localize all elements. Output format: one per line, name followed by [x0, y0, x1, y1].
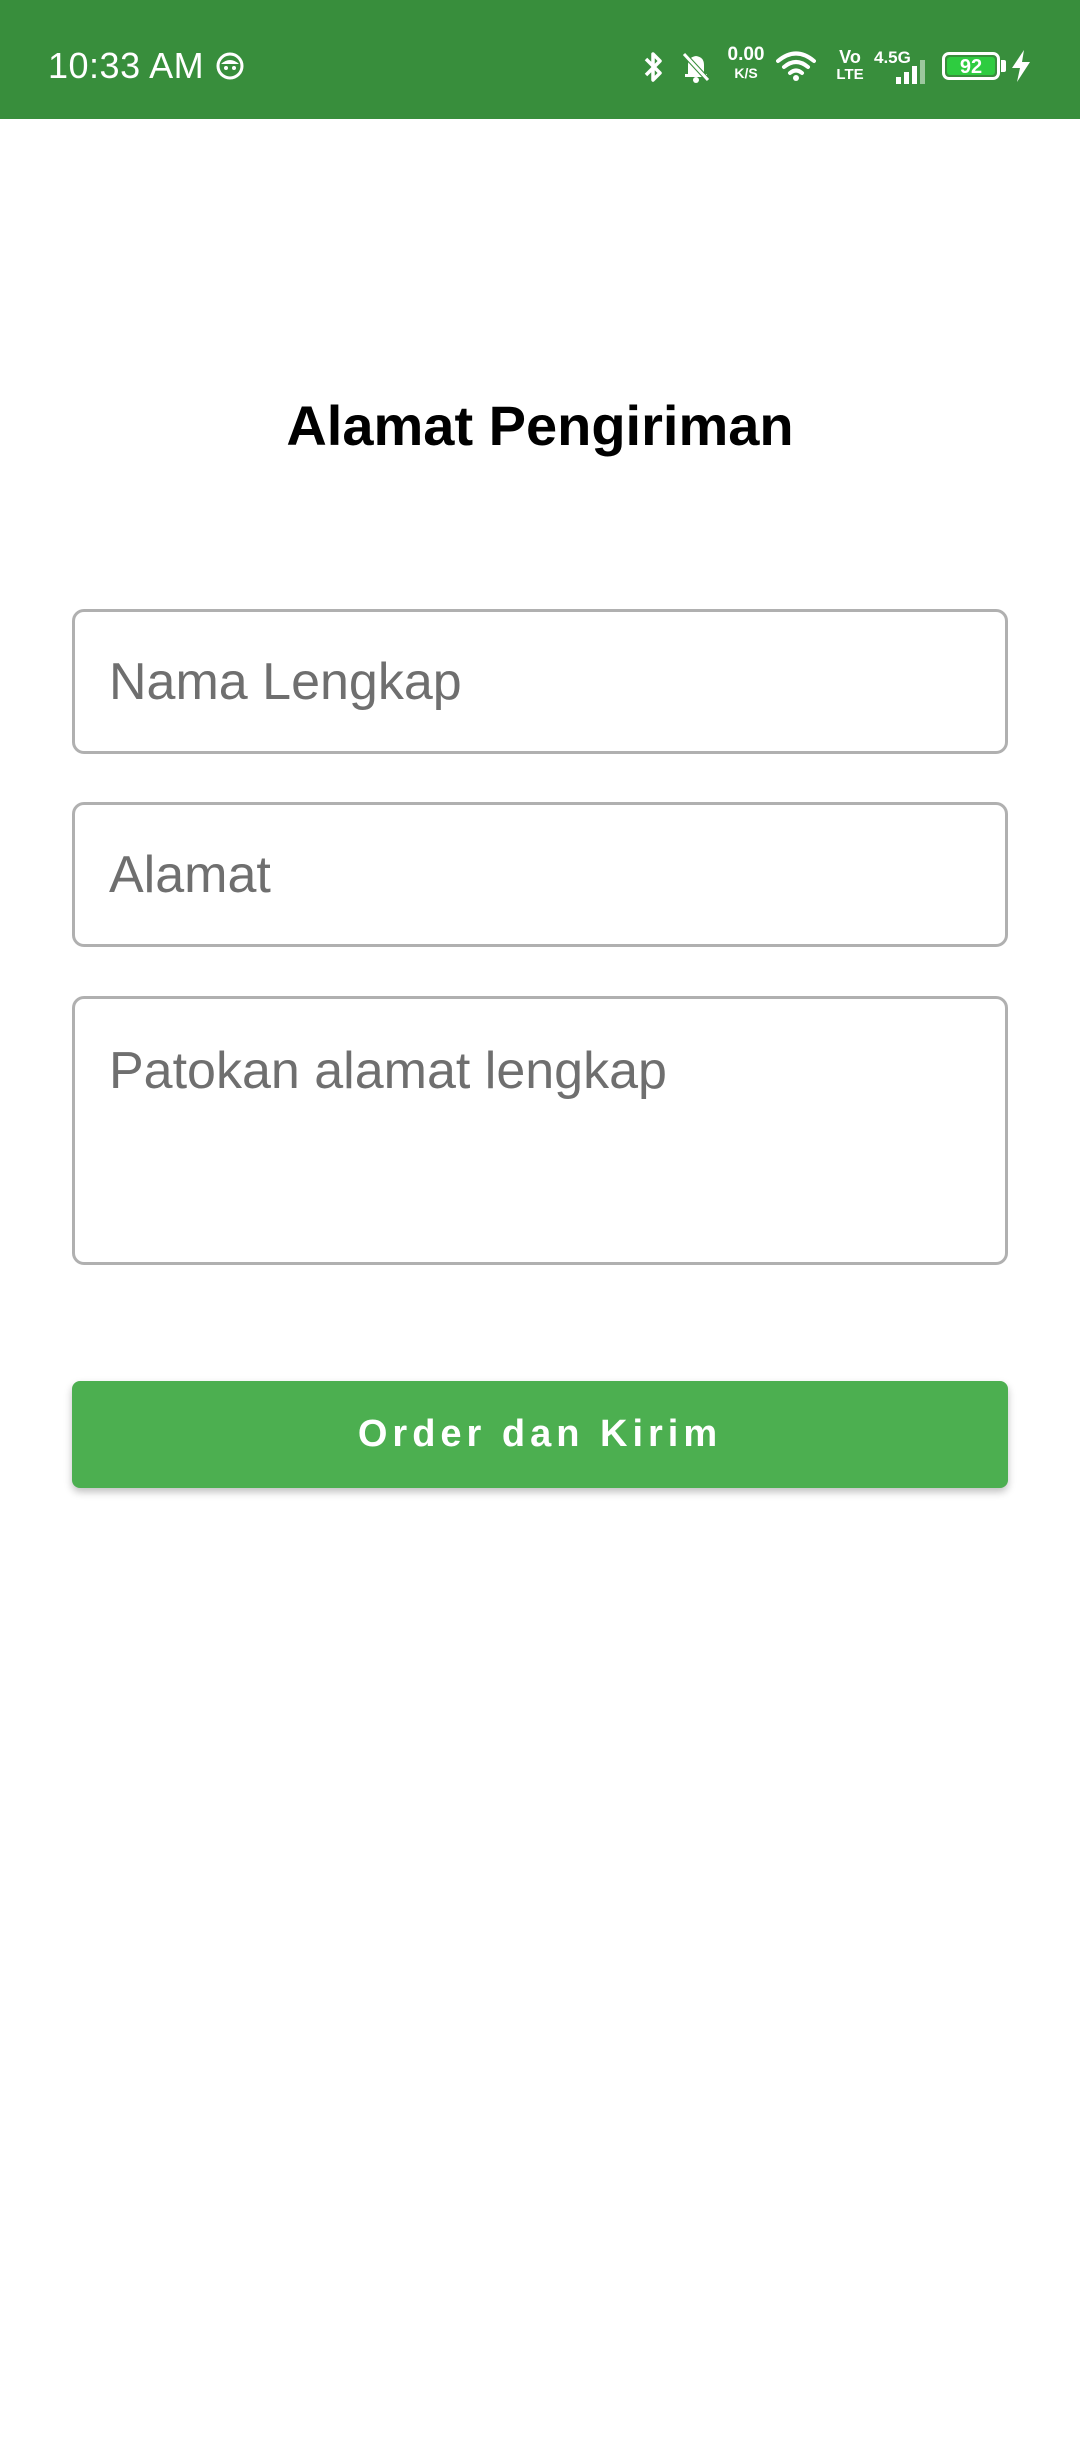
full-name-field[interactable] [72, 609, 1008, 754]
order-and-send-button[interactable]: Order dan Kirim [72, 1381, 1008, 1488]
wifi-icon [776, 51, 816, 81]
bluetooth-icon [644, 52, 662, 82]
signal-icon [896, 60, 925, 84]
status-bar: 10:33 AM 0.00 K/S Vo LTE 4.5G 92 [0, 0, 1080, 119]
volte-bottom-label: LTE [836, 66, 864, 83]
status-time: 10:33 AM [48, 45, 205, 86]
address-input[interactable] [75, 805, 1005, 944]
battery-nub [1001, 60, 1006, 72]
bell-off-icon [682, 52, 710, 83]
network-speed-value: 0.00 [727, 44, 765, 65]
volte-top-label: Vo [839, 47, 861, 67]
landmark-field[interactable] [72, 996, 1008, 1265]
network-speed: 0.00 K/S [724, 44, 768, 82]
landmark-input[interactable] [75, 999, 1005, 1262]
full-name-input[interactable] [75, 612, 1005, 751]
battery-indicator: 92 [942, 52, 1000, 80]
network-speed-unit: K/S [734, 65, 758, 81]
volte-indicator: Vo LTE [832, 48, 868, 84]
face-icon [216, 52, 244, 80]
page-title: Alamat Pengiriman [286, 394, 794, 457]
battery-level: 92 [959, 56, 983, 78]
charging-bolt-icon [1012, 50, 1030, 82]
address-field[interactable] [72, 802, 1008, 947]
